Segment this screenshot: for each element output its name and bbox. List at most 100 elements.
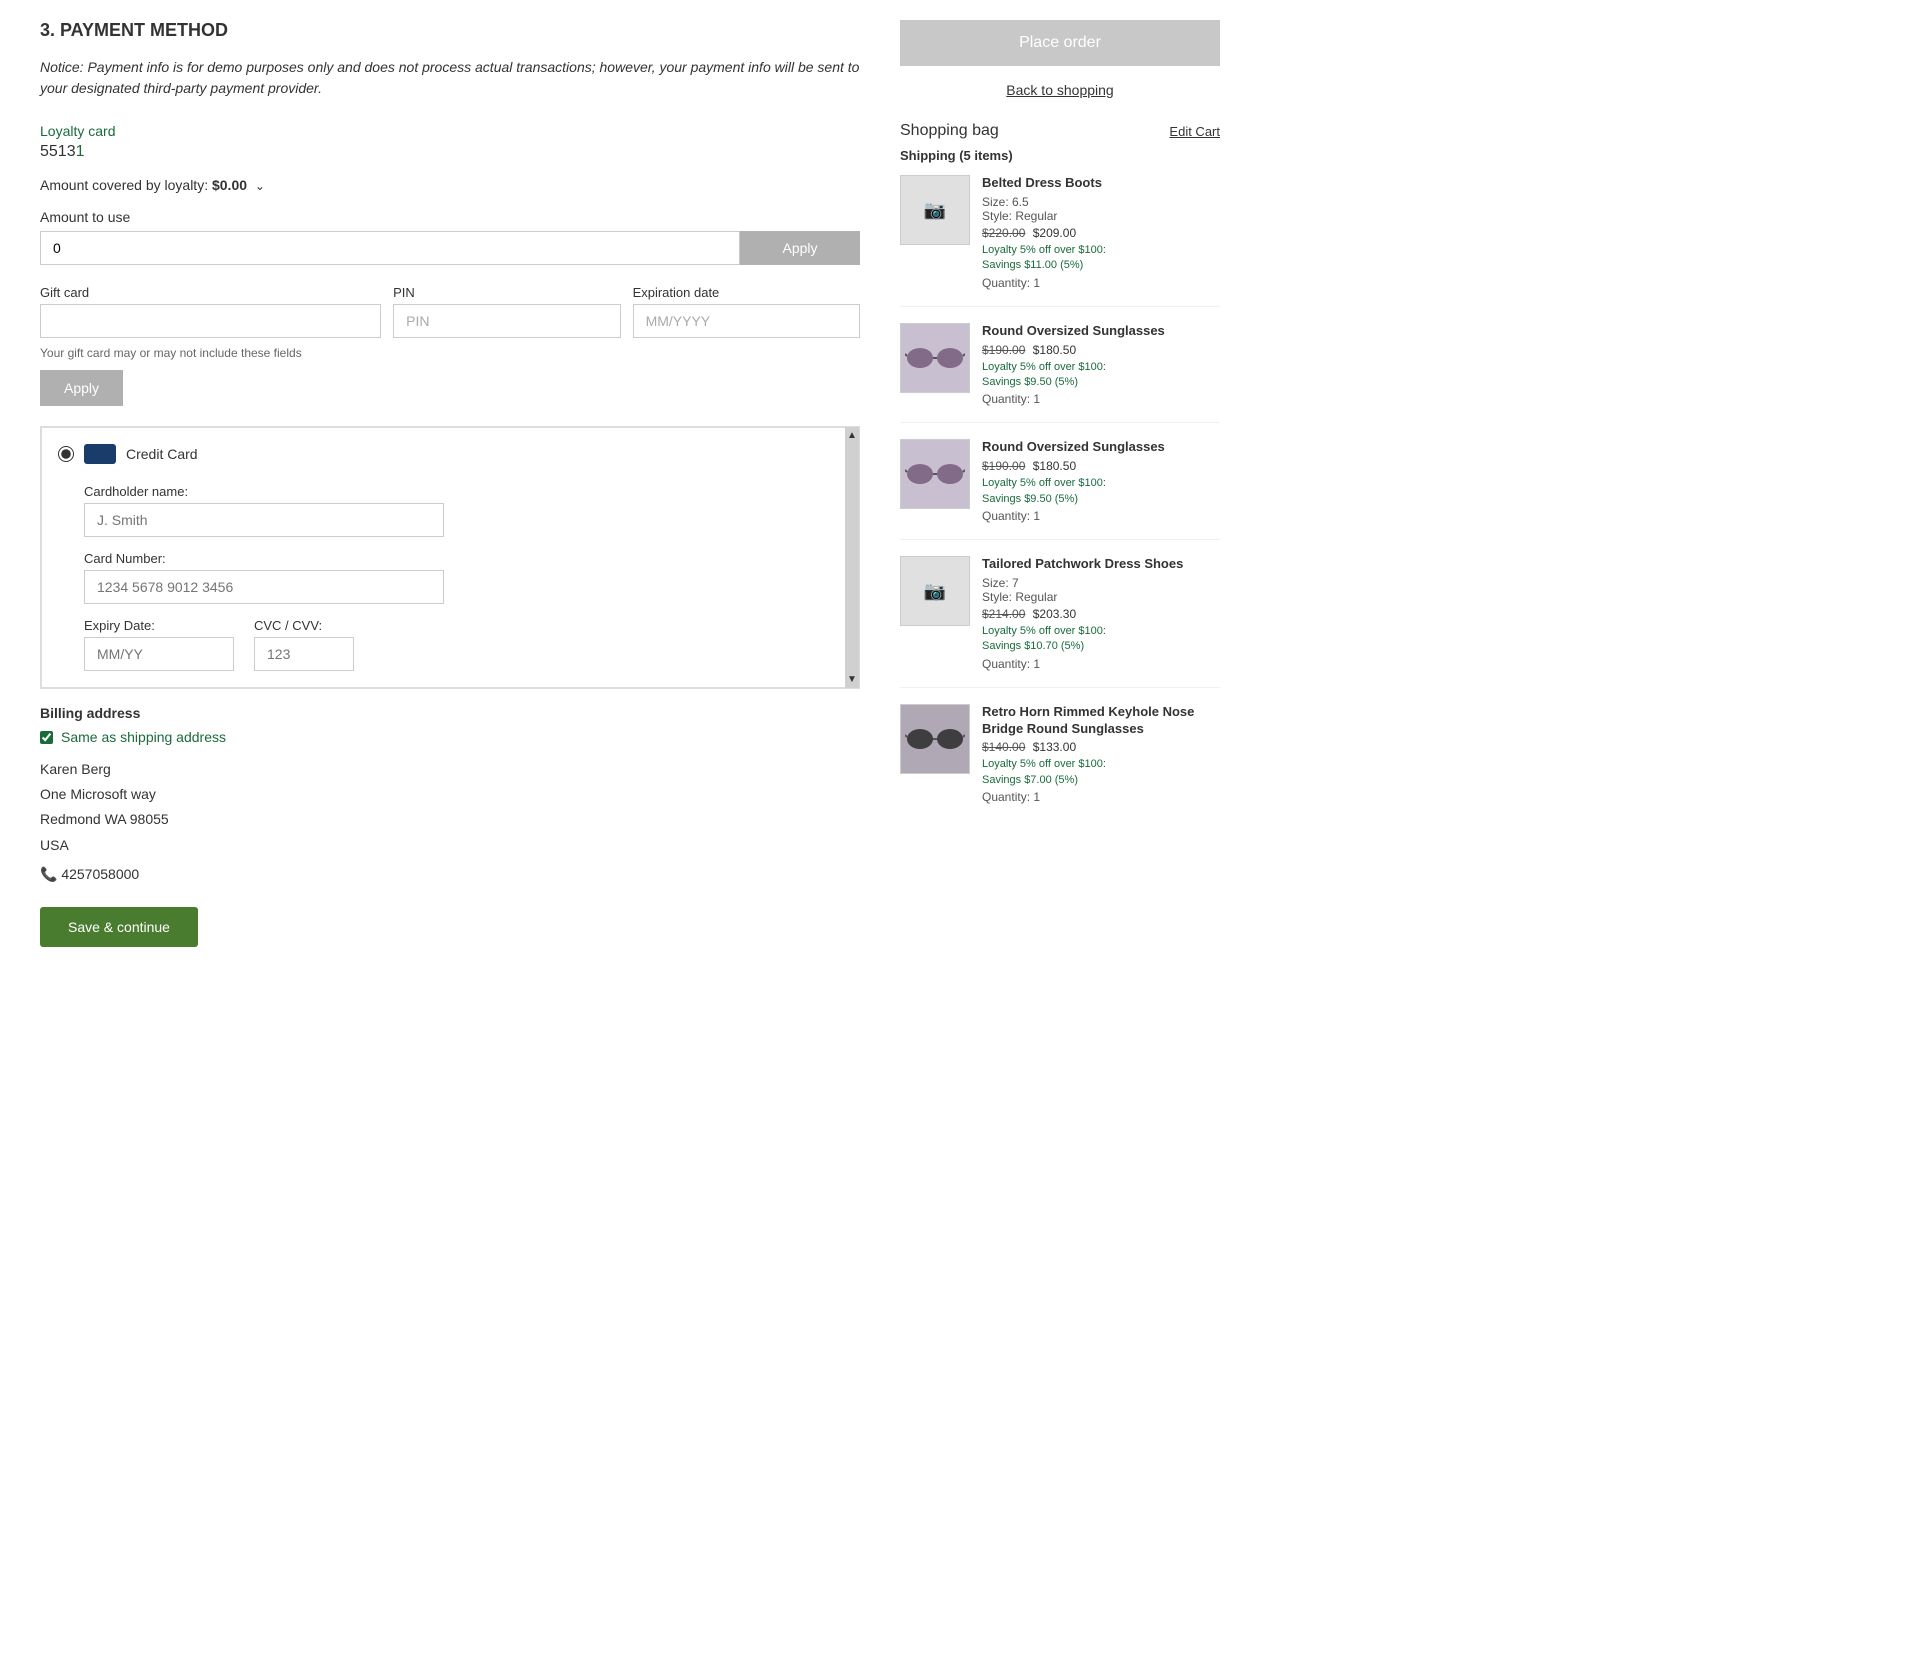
cardholder-group: Cardholder name: (84, 484, 842, 537)
amount-covered-dropdown[interactable]: ⌄ (255, 179, 265, 193)
cart-item: Round Oversized Sunglasses $190.00 $180.… (900, 439, 1220, 540)
item-name: Tailored Patchwork Dress Shoes (982, 556, 1220, 573)
item-price-old: $214.00 (982, 607, 1025, 621)
amount-to-use-row: Apply (40, 231, 860, 265)
card-number-group: Card Number: (84, 551, 842, 604)
cvv-input[interactable] (254, 637, 354, 671)
scroll-track: ▲ ▼ (845, 427, 859, 688)
item-quantity: Quantity: 1 (982, 657, 1220, 671)
item-size: Size: 6.5 (982, 195, 1220, 209)
billing-city-state-zip: Redmond WA 98055 (40, 807, 860, 832)
pin-input[interactable] (393, 304, 620, 338)
loyalty-apply-button[interactable]: Apply (740, 231, 860, 265)
cart-items: 📷 Belted Dress Boots Size: 6.5 Style: Re… (900, 175, 1220, 820)
expiration-label: Expiration date (633, 285, 860, 300)
expiry-cvv-row: Expiry Date: CVC / CVV: (84, 618, 842, 671)
expiration-field: Expiration date (633, 285, 860, 338)
amount-to-use-input[interactable] (40, 231, 740, 265)
place-order-button[interactable]: Place order (900, 20, 1220, 66)
item-image: 📷 (900, 556, 970, 626)
notice-text: Notice: Payment info is for demo purpose… (40, 57, 860, 99)
item-name: Round Oversized Sunglasses (982, 323, 1220, 340)
cvv-label: CVC / CVV: (254, 618, 354, 633)
item-quantity: Quantity: 1 (982, 276, 1220, 290)
cardholder-label: Cardholder name: (84, 484, 842, 499)
amount-covered: Amount covered by loyalty: $0.00 ⌄ (40, 177, 860, 193)
credit-card-radio[interactable] (58, 446, 74, 462)
cardholder-input[interactable] (84, 503, 444, 537)
item-image: 📷 (900, 175, 970, 245)
sunglasses-svg (905, 725, 965, 753)
sidebar: Place order Back to shopping Shopping ba… (900, 20, 1220, 947)
billing-address1: One Microsoft way (40, 782, 860, 807)
gift-card-input[interactable] (40, 304, 381, 338)
sunglasses-svg (905, 344, 965, 372)
save-continue-button[interactable]: Save & continue (40, 907, 198, 947)
item-prices: $220.00 $209.00 (982, 226, 1220, 240)
sunglasses-svg (905, 460, 965, 488)
credit-card-scroll-area[interactable]: Credit Card Cardholder name: Card Number… (41, 427, 859, 688)
item-loyalty: Loyalty 5% off over $100:Savings $7.00 (… (982, 757, 1220, 788)
item-loyalty: Loyalty 5% off over $100:Savings $11.00 … (982, 243, 1220, 274)
same-as-shipping-checkbox[interactable] (40, 731, 53, 744)
cart-item: 📷 Tailored Patchwork Dress Shoes Size: 7… (900, 556, 1220, 688)
item-details: Round Oversized Sunglasses $190.00 $180.… (982, 323, 1220, 407)
card-number-label: Card Number: (84, 551, 842, 566)
item-price-old: $140.00 (982, 740, 1025, 754)
item-details: Belted Dress Boots Size: 6.5 Style: Regu… (982, 175, 1220, 290)
credit-card-option[interactable]: Credit Card (58, 444, 842, 464)
billing-phone: 4257058000 (61, 866, 139, 882)
item-details: Round Oversized Sunglasses $190.00 $180.… (982, 439, 1220, 523)
item-details: Retro Horn Rimmed Keyhole Nose Bridge Ro… (982, 704, 1220, 805)
item-style: Style: Regular (982, 590, 1220, 604)
item-style: Style: Regular (982, 209, 1220, 223)
item-price-new: $133.00 (1033, 740, 1076, 754)
item-loyalty: Loyalty 5% off over $100:Savings $9.50 (… (982, 360, 1220, 391)
amount-to-use-label: Amount to use (40, 209, 860, 225)
item-prices: $140.00 $133.00 (982, 740, 1220, 754)
expiry-input[interactable] (84, 637, 234, 671)
pin-label: PIN (393, 285, 620, 300)
expiration-input[interactable] (633, 304, 860, 338)
item-prices: $214.00 $203.30 (982, 607, 1220, 621)
scroll-down-arrow[interactable]: ▼ (844, 671, 860, 688)
card-number-input[interactable] (84, 570, 444, 604)
scroll-up-arrow[interactable]: ▲ (844, 427, 860, 444)
item-image (900, 704, 970, 774)
main-content: 3. PAYMENT METHOD Notice: Payment info i… (40, 20, 860, 947)
address-block: Karen Berg One Microsoft way Redmond WA … (40, 757, 860, 887)
billing-title: Billing address (40, 705, 860, 721)
phone-icon: 📞 (40, 866, 57, 882)
billing-name: Karen Berg (40, 757, 860, 782)
item-price-old: $190.00 (982, 459, 1025, 473)
shipping-label: Shipping (5 items) (900, 148, 1220, 163)
shopping-bag-header: Shopping bag Edit Cart (900, 122, 1220, 140)
item-loyalty: Loyalty 5% off over $100:Savings $9.50 (… (982, 476, 1220, 507)
cvv-group: CVC / CVV: (254, 618, 354, 671)
item-size: Size: 7 (982, 576, 1220, 590)
cart-item: 📷 Belted Dress Boots Size: 6.5 Style: Re… (900, 175, 1220, 307)
shopping-bag-title: Shopping bag (900, 122, 999, 140)
item-price-new: $209.00 (1033, 226, 1076, 240)
gift-card-apply-button[interactable]: Apply (40, 370, 123, 406)
billing-country: USA (40, 833, 860, 858)
gift-card-label: Gift card (40, 285, 381, 300)
expiry-label: Expiry Date: (84, 618, 234, 633)
loyalty-card-number: 55131 (40, 143, 860, 161)
cart-item: Round Oversized Sunglasses $190.00 $180.… (900, 323, 1220, 424)
billing-section: Billing address Same as shipping address… (40, 705, 860, 887)
item-prices: $190.00 $180.50 (982, 459, 1220, 473)
loyalty-label: Loyalty card (40, 123, 860, 139)
same-as-shipping-label[interactable]: Same as shipping address (61, 729, 226, 745)
gift-card-hint: Your gift card may or may not include th… (40, 346, 860, 360)
payment-method-section: Credit Card Cardholder name: Card Number… (40, 426, 860, 689)
same-as-shipping-row[interactable]: Same as shipping address (40, 729, 860, 745)
loyalty-card-section: Loyalty card 55131 Amount covered by loy… (40, 123, 860, 265)
back-to-shopping-link[interactable]: Back to shopping (900, 82, 1220, 98)
item-price-new: $203.30 (1033, 607, 1076, 621)
item-name: Retro Horn Rimmed Keyhole Nose Bridge Ro… (982, 704, 1220, 738)
edit-cart-link[interactable]: Edit Cart (1169, 124, 1220, 139)
item-image (900, 323, 970, 393)
pin-field: PIN (393, 285, 620, 338)
credit-card-label: Credit Card (126, 446, 198, 462)
